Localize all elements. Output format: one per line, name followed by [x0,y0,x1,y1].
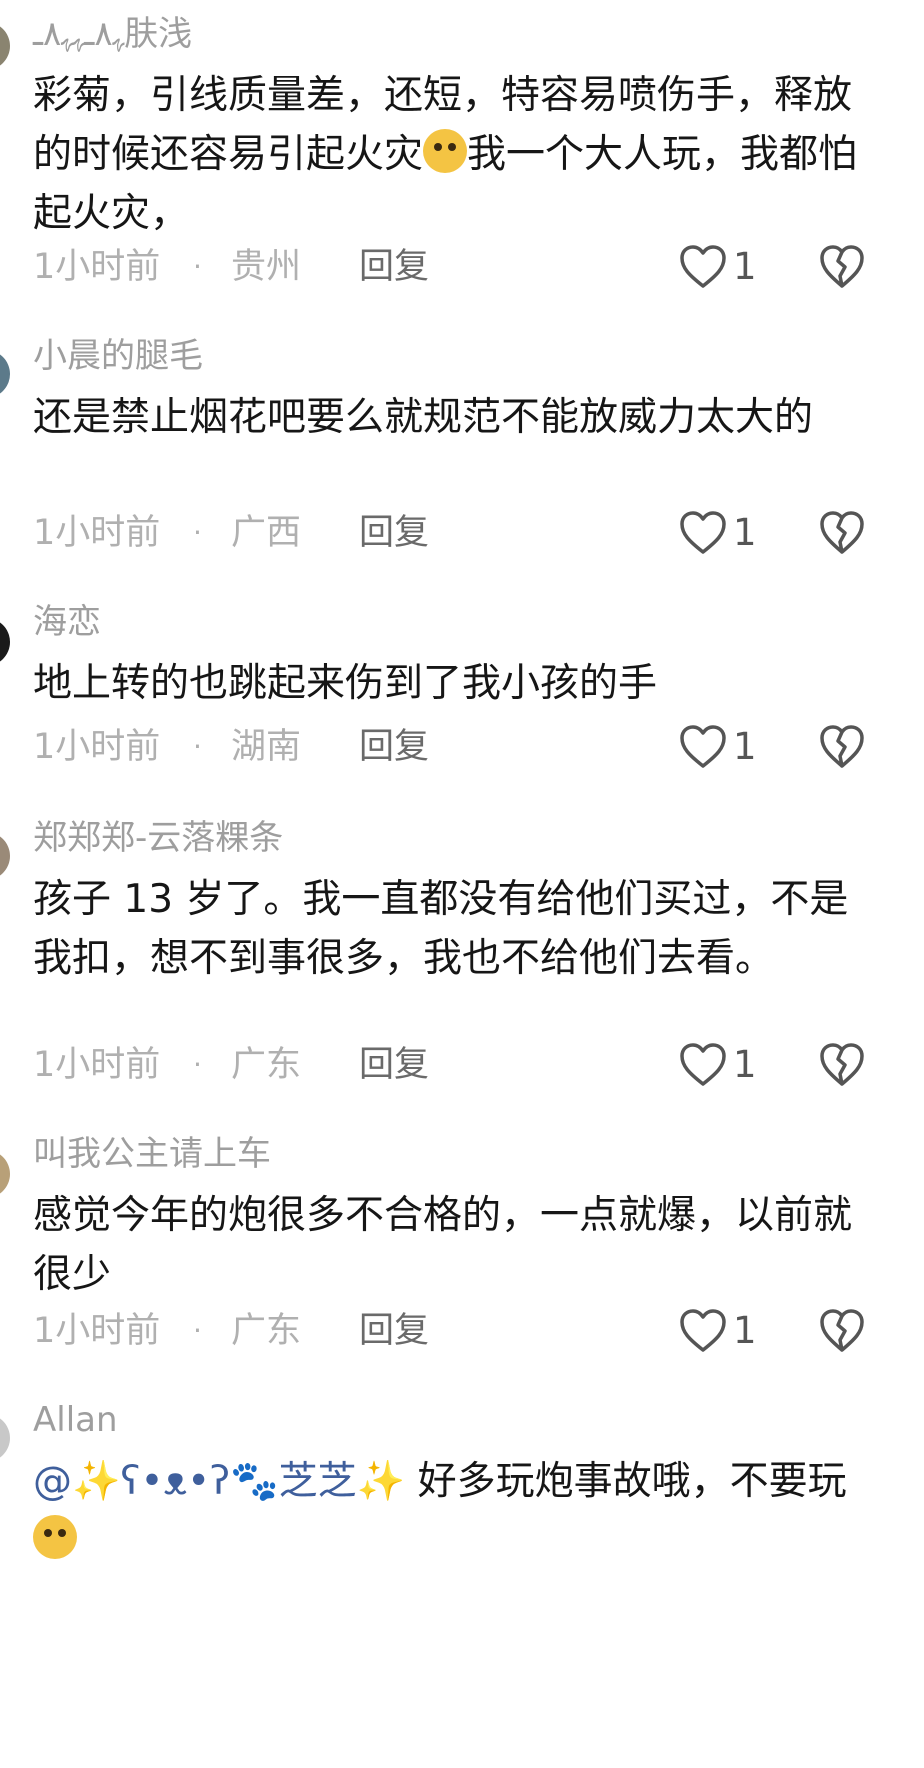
comment-meta: 1小时前 · 广西 回复 1 [33,508,873,558]
meta-separator: · [193,516,202,549]
heart-icon[interactable] [679,724,727,770]
comment-location: 贵州 [231,247,302,287]
comment-meta: 1小时前 · 广东 回复 1 [33,1306,873,1356]
comment-text: 地上转的也跳起来伤到了我小孩的手 [33,661,658,706]
reply-button[interactable]: 回复 [359,508,429,558]
comment-meta: 1小时前 · 贵州 回复 1 [33,242,873,292]
comment-time: 1小时前 [33,727,161,767]
comment-text: 彩菊，引线质量差，还短，特容易喷伤手，释放的时候还容易引起火灾 我一个大人玩，我都… [33,66,863,243]
avatar[interactable] [0,1414,10,1462]
like-count: 1 [733,725,757,768]
broken-heart-icon[interactable] [819,510,865,556]
comment-text: @✨ʕ•ᴥ•ʔ🐾芝芝✨ 好多玩炮事故哦，不要玩 [33,1452,863,1570]
comment-meta: 1小时前 · 广东 回复 1 [33,1040,873,1090]
reply-button[interactable]: 回复 [359,1040,429,1090]
comment-username[interactable]: 叫我公主请上车 [33,1134,271,1174]
meta-separator: · [193,1048,202,1081]
mention-link[interactable]: @✨ʕ•ᴥ•ʔ🐾芝芝✨ [33,1459,405,1504]
avatar[interactable] [0,618,10,666]
flushed-emoji-icon [33,1515,77,1559]
comment-text: 孩子 13 岁了。我一直都没有给他们买过，不是我扣，想不到事很多，我也不给他们去… [33,877,849,981]
avatar[interactable] [0,832,10,880]
heart-icon[interactable] [679,1308,727,1354]
comment-time: 1小时前 [33,247,161,287]
comment-username[interactable]: 海恋 [33,602,101,642]
reply-button[interactable]: 回复 [359,1306,429,1356]
broken-heart-icon[interactable] [819,1042,865,1088]
comment-username[interactable]: 郑郑郑-云落粿条 [33,818,283,858]
avatar[interactable] [0,350,10,398]
comment-username[interactable]: Allan [33,1400,118,1440]
heart-icon[interactable] [679,1042,727,1088]
heart-icon[interactable] [679,244,727,290]
comment-time: 1小时前 [33,1311,161,1351]
meta-separator: · [193,730,202,763]
comment-text: 还是禁止烟花吧要么就规范不能放威力太大的 [33,395,814,440]
meta-separator: · [193,1314,202,1347]
like-count: 1 [733,1043,757,1086]
reply-button[interactable]: 回复 [359,722,429,772]
broken-heart-icon[interactable] [819,724,865,770]
heart-icon[interactable] [679,510,727,556]
reply-button[interactable]: 回复 [359,242,429,292]
like-count: 1 [733,1309,757,1352]
comment-text: 感觉今年的炮很多不合格的，一点就爆，以前就很少 [33,1193,853,1297]
like-count: 1 [733,245,757,288]
broken-heart-icon[interactable] [819,244,865,290]
laughing-crying-emoji-icon [423,129,468,173]
avatar[interactable] [0,1150,10,1198]
comment-username[interactable]: 小晨的腿毛 [33,336,203,376]
comment-username[interactable]: ﮩ٨ـﮩﮩ٨ـ肤浅 [33,14,192,54]
comment-time: 1小时前 [33,513,161,553]
broken-heart-icon[interactable] [819,1308,865,1354]
comment-text-part: 好多玩炮事故哦，不要玩 [405,1459,847,1504]
comment-location: 广西 [231,513,302,553]
meta-separator: · [193,250,202,283]
comment-location: 广东 [231,1311,302,1351]
comment-location: 湖南 [231,727,302,767]
comment-location: 广东 [231,1045,302,1085]
avatar[interactable] [0,22,10,70]
comment-meta: 1小时前 · 湖南 回复 1 [33,722,873,772]
comment-time: 1小时前 [33,1045,161,1085]
like-count: 1 [733,511,757,554]
